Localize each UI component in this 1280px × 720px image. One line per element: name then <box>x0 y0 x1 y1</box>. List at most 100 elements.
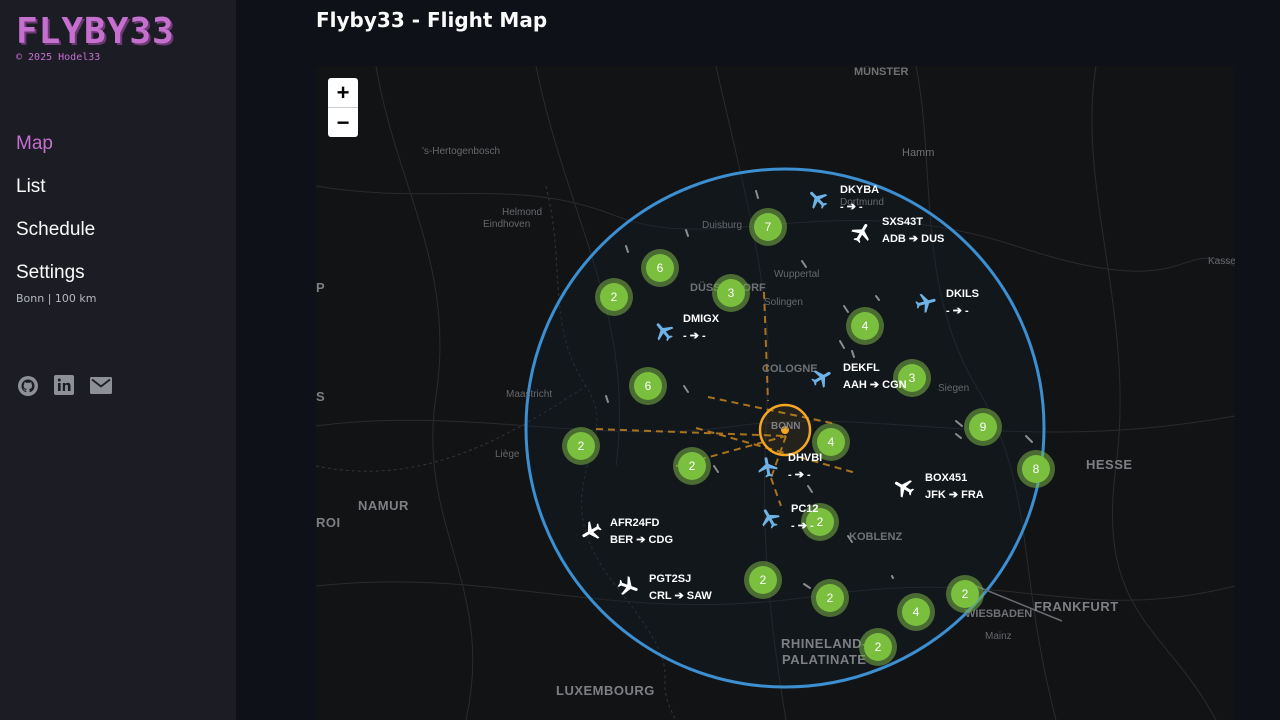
flight-label[interactable]: DMIGX - ➔ - <box>683 311 719 345</box>
flight-label[interactable]: DKILS - ➔ - <box>946 286 979 320</box>
flight-callsign: SXS43T <box>882 216 923 228</box>
mail-icon[interactable] <box>90 377 112 394</box>
place-label: RHINELAND- <box>781 636 867 651</box>
plane-icon[interactable] <box>756 455 780 479</box>
plane-icon[interactable] <box>850 221 874 245</box>
place-label: 's-Hertogenbosch <box>422 146 501 157</box>
flight-route: JFK ➔ FRA <box>925 489 984 501</box>
cluster-count: 8 <box>1022 455 1050 483</box>
place-label: Helmond <box>502 207 543 218</box>
flight-callsign: PC12 <box>791 503 819 515</box>
plane-icon[interactable] <box>810 366 834 390</box>
plane-icon[interactable] <box>806 187 830 211</box>
aircraft-cluster[interactable]: 2 <box>744 561 782 599</box>
flight-route: - ➔ - <box>791 520 814 532</box>
flight-label[interactable]: PC12 - ➔ - <box>791 501 819 535</box>
cluster-count: 2 <box>600 283 628 311</box>
place-label: Siegen <box>938 383 970 394</box>
github-icon[interactable] <box>17 375 39 397</box>
aircraft-cluster[interactable]: 3 <box>712 274 750 312</box>
zoom-in-button[interactable]: + <box>328 78 358 108</box>
place-label: NAMUR <box>358 498 409 513</box>
flight-label[interactable]: DHVBI - ➔ - <box>788 450 822 484</box>
flight-label[interactable]: AFR24FD BER ➔ CDG <box>610 515 673 549</box>
place-label: Solingen <box>764 297 803 308</box>
cluster-count: 2 <box>951 580 979 608</box>
flight-label[interactable]: BOX451 JFK ➔ FRA <box>925 470 984 504</box>
flight-route: BER ➔ CDG <box>610 534 673 546</box>
copyright-text: © 2025 Hodel33 <box>16 52 101 63</box>
flight-callsign: DKILS <box>946 288 979 300</box>
place-label: S <box>316 389 326 404</box>
zoom-out-button[interactable]: − <box>328 108 358 137</box>
aircraft-cluster[interactable]: 8 <box>1017 450 1055 488</box>
place-label: PALATINATE <box>782 652 867 667</box>
flight-label[interactable]: DEKFL AAH ➔ CGN <box>843 360 907 394</box>
plane-icon[interactable] <box>579 519 603 543</box>
flight-callsign: DEKFL <box>843 362 880 374</box>
aircraft-cluster[interactable]: 2 <box>562 427 600 465</box>
aircraft-cluster[interactable]: 2 <box>595 278 633 316</box>
nav-item-schedule[interactable]: Schedule <box>16 219 95 241</box>
aircraft-cluster[interactable]: 9 <box>964 408 1002 446</box>
aircraft-cluster[interactable]: 6 <box>641 249 679 287</box>
flight-route: CRL ➔ SAW <box>649 590 712 602</box>
nav-item-list[interactable]: List <box>16 176 46 198</box>
place-label: Eindhoven <box>483 219 531 230</box>
flight-label[interactable]: SXS43T ADB ➔ DUS <box>882 214 944 248</box>
cluster-count: 6 <box>634 372 662 400</box>
aircraft-cluster[interactable]: 4 <box>897 593 935 631</box>
nav-item-map[interactable]: Map <box>16 133 53 155</box>
flight-callsign: BOX451 <box>925 472 968 484</box>
plane-icon[interactable] <box>892 475 916 499</box>
cluster-count: 2 <box>678 452 706 480</box>
aircraft-cluster[interactable]: 2 <box>673 447 711 485</box>
place-label: ROI <box>316 515 341 530</box>
flight-label[interactable]: PGT2SJ CRL ➔ SAW <box>649 571 712 605</box>
place-label: Wuppertal <box>774 269 820 280</box>
cluster-count: 6 <box>646 254 674 282</box>
place-label: Maastricht <box>506 389 553 400</box>
flight-route: AAH ➔ CGN <box>843 379 907 391</box>
home-city-label: BONN <box>771 421 801 432</box>
flight-callsign: AFR24FD <box>610 517 660 529</box>
place-label: Kassel <box>1208 256 1235 267</box>
sidebar: FLYBY33 © 2025 Hodel33 Map List Schedule… <box>0 0 236 720</box>
linkedin-icon[interactable] <box>54 375 74 395</box>
aircraft-cluster[interactable]: 4 <box>846 307 884 345</box>
app-logo: FLYBY33 <box>16 11 175 52</box>
plane-icon[interactable] <box>616 575 640 599</box>
cluster-count: 2 <box>567 432 595 460</box>
place-label: Liège <box>495 449 520 460</box>
aircraft-cluster[interactable]: 7 <box>749 208 787 246</box>
flight-route: - ➔ - <box>683 330 706 342</box>
aircraft-cluster[interactable]: 6 <box>629 367 667 405</box>
nav-item-settings[interactable]: Settings <box>16 262 85 284</box>
cluster-count: 4 <box>902 598 930 626</box>
plane-icon[interactable] <box>758 506 782 530</box>
plane-icon[interactable] <box>914 291 938 315</box>
aircraft-cluster[interactable]: 2 <box>859 628 897 666</box>
cluster-count: 9 <box>969 413 997 441</box>
place-label: Duisburg <box>702 220 743 231</box>
plane-icon[interactable] <box>652 319 676 343</box>
aircraft-cluster[interactable]: 2 <box>946 575 984 613</box>
cluster-count: 4 <box>851 312 879 340</box>
flight-callsign: PGT2SJ <box>649 573 692 585</box>
flight-route: - ➔ - <box>946 305 969 317</box>
cluster-count: 2 <box>864 633 892 661</box>
cluster-count: 7 <box>754 213 782 241</box>
place-label: LUXEMBOURG <box>556 683 655 698</box>
flight-callsign: DHVBI <box>788 452 823 464</box>
settings-location-radius: Bonn | 100 km <box>16 292 97 305</box>
page-title: Flyby33 - Flight Map <box>316 8 548 32</box>
flight-callsign: DMIGX <box>683 313 720 325</box>
place-label: HESSE <box>1086 457 1133 472</box>
flight-callsign: DKYBA <box>840 184 880 196</box>
aircraft-cluster[interactable]: 2 <box>811 579 849 617</box>
flight-map[interactable]: MÜNSTER 's-Hertogenbosch Hamm Helmond Ei… <box>316 66 1235 720</box>
flight-route: - ➔ - <box>788 469 811 481</box>
place-label: Mainz <box>985 631 1012 642</box>
place-label: Hamm <box>902 147 935 159</box>
flight-label[interactable]: DKYBA - ➔ - <box>840 182 879 216</box>
